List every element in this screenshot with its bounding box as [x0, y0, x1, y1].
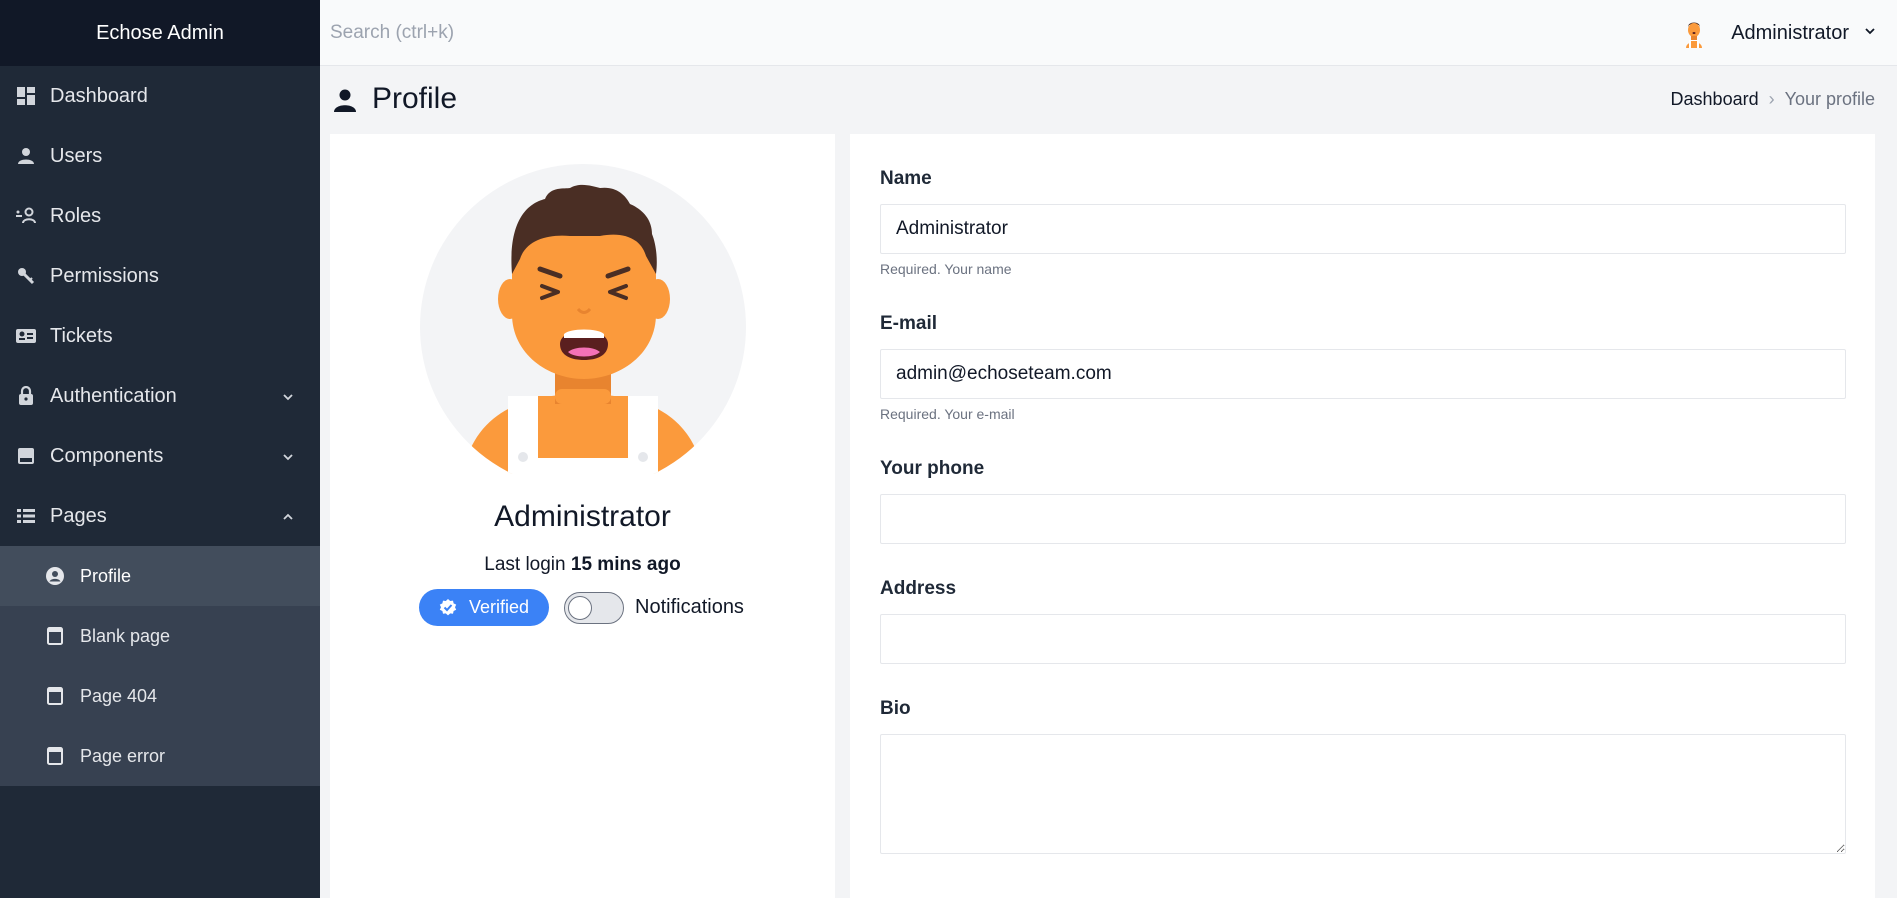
dashboard-icon: [16, 86, 36, 106]
profile-name: Administrator: [494, 500, 671, 533]
sidebar-item-permissions[interactable]: Permissions: [0, 246, 320, 306]
sidebar-item-label: Page error: [80, 745, 166, 766]
sidebar-item-users[interactable]: Users: [0, 126, 320, 186]
profile-avatar: [420, 164, 746, 490]
top-bar: Administrator: [320, 0, 1897, 66]
verified-label: Verified: [468, 597, 530, 617]
name-help: Required. Your name: [880, 261, 1012, 277]
sidebar-item-pages[interactable]: Pages: [0, 486, 320, 546]
user-icon: [334, 87, 356, 112]
bio-label: Bio: [880, 698, 911, 719]
sidebar-item-label: Dashboard: [50, 84, 148, 107]
sidebar-item-label: Roles: [50, 204, 102, 227]
bio-field[interactable]: [880, 734, 1846, 854]
search-input[interactable]: [330, 12, 1230, 53]
chevron-down-icon: [280, 448, 296, 464]
sidebar-item-label: Blank page: [80, 625, 171, 646]
profile-badges: Verified Notifications: [419, 589, 744, 626]
notifications-toggle[interactable]: [564, 591, 624, 624]
sidebar-item-page-error[interactable]: Page error: [0, 726, 320, 786]
sidebar-item-label: Pages: [50, 504, 107, 527]
sidebar-item-tickets[interactable]: Tickets: [0, 306, 320, 366]
breadcrumb-dashboard-link[interactable]: Dashboard: [1671, 89, 1759, 110]
profile-form-card: Name Required. Your name E-mail Required…: [850, 134, 1875, 898]
lock-icon: [16, 386, 36, 406]
page-title: Profile: [334, 82, 457, 116]
ticket-icon: [16, 326, 36, 346]
pages-submenu: Profile Blank page Page 404 Page error: [0, 546, 320, 786]
verified-check-icon: [439, 598, 457, 617]
verified-badge: Verified: [419, 589, 549, 626]
roles-icon: [16, 206, 36, 226]
list-icon: [16, 506, 36, 526]
sidebar-item-dashboard[interactable]: Dashboard: [0, 66, 320, 126]
sidebar-item-label: Components: [50, 444, 164, 467]
sidebar-item-authentication[interactable]: Authentication: [0, 366, 320, 426]
email-field[interactable]: [880, 349, 1846, 399]
chevron-up-icon: [280, 508, 296, 524]
email-label: E-mail: [880, 313, 938, 334]
email-help: Required. Your e-mail: [880, 406, 1015, 422]
sidebar-item-profile[interactable]: Profile: [0, 546, 320, 606]
sidebar: Echose Admin Dashboard Users Roles Permi…: [0, 0, 320, 898]
user-icon: [16, 146, 36, 166]
toggle-knob: [568, 595, 592, 620]
notifications-label: Notifications: [635, 596, 744, 618]
breadcrumb: Dashboard › Your profile: [1671, 89, 1875, 110]
avatar: [1679, 18, 1709, 48]
sidebar-item-label: Tickets: [50, 324, 113, 347]
page-icon: [46, 687, 64, 705]
last-login: Last login 15 mins ago: [330, 554, 835, 576]
sidebar-item-label: Profile: [80, 565, 132, 586]
sidebar-item-label: Permissions: [50, 264, 159, 287]
sidebar-item-label: Users: [50, 144, 103, 167]
breadcrumb-current: Your profile: [1784, 89, 1875, 109]
sidebar-item-roles[interactable]: Roles: [0, 186, 320, 246]
address-field[interactable]: [880, 614, 1846, 664]
phone-field[interactable]: [880, 494, 1846, 544]
sidebar-item-page-404[interactable]: Page 404: [0, 666, 320, 726]
profile-card: Administrator Last login 15 mins ago Ver…: [330, 134, 835, 898]
sidebar-item-label: Authentication: [50, 384, 177, 407]
page-icon: [46, 747, 64, 765]
key-icon: [16, 266, 36, 286]
page-title-text: Profile: [372, 82, 458, 115]
name-field[interactable]: [880, 204, 1846, 254]
sidebar-item-components[interactable]: Components: [0, 426, 320, 486]
address-label: Address: [880, 578, 957, 599]
chevron-down-icon: [1863, 24, 1877, 43]
app-brand[interactable]: Echose Admin: [0, 0, 320, 66]
sidebar-item-label: Page 404: [80, 685, 158, 706]
user-circle-icon: [46, 567, 64, 585]
phone-label: Your phone: [880, 458, 985, 479]
user-name: Administrator: [1731, 21, 1849, 44]
component-icon: [16, 446, 36, 466]
user-menu[interactable]: Administrator: [1679, 0, 1877, 66]
breadcrumb-separator: ›: [1768, 89, 1775, 109]
sidebar-item-blank-page[interactable]: Blank page: [0, 606, 320, 666]
chevron-down-icon: [280, 388, 296, 404]
last-login-prefix: Last login: [484, 554, 566, 575]
name-label: Name: [880, 168, 932, 189]
last-login-value: 15 mins ago: [570, 554, 681, 575]
page-icon: [46, 627, 64, 645]
